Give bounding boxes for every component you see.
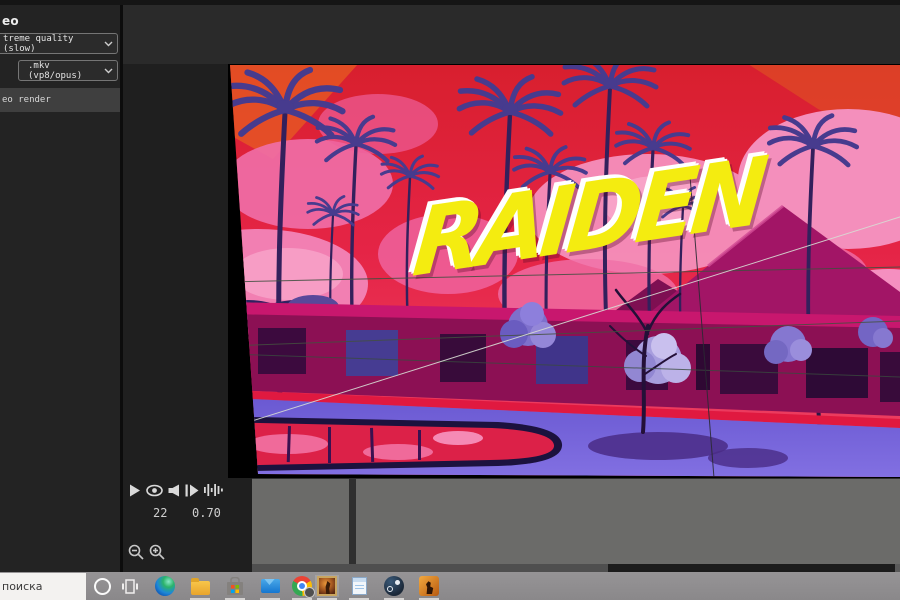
taskbar-item-steam[interactable] <box>382 575 406 600</box>
painting-app-icon <box>317 576 337 596</box>
camera-view-region: RAIDEN <box>228 64 900 478</box>
frame-step-icon[interactable] <box>185 484 199 497</box>
taskbar-item-chrome[interactable] <box>290 575 315 600</box>
format-dropdown-value: .mkv (vp8/opus) <box>28 60 83 81</box>
zoom-controls <box>128 544 166 565</box>
quality-dropdown-value: treme quality (slow) <box>3 33 74 54</box>
task-view-icon <box>122 578 138 594</box>
cortana-icon <box>93 577 111 595</box>
eye-icon[interactable] <box>146 484 163 497</box>
chrome-icon <box>292 576 315 598</box>
timeline-scrollbar-track[interactable] <box>608 564 895 572</box>
taskbar-item-file-explorer[interactable] <box>188 575 212 600</box>
taskbar-item-csgo[interactable] <box>417 575 441 600</box>
quality-dropdown[interactable]: treme quality (slow) <box>0 33 118 54</box>
steam-icon <box>384 576 404 596</box>
timeline-clip[interactable] <box>356 479 900 564</box>
zoom-out-button[interactable] <box>128 544 145 565</box>
waveform-icon[interactable] <box>204 483 224 497</box>
format-dropdown[interactable]: .mkv (vp8/opus) <box>18 60 118 81</box>
timeline-scrollbar-corner <box>895 564 900 572</box>
microsoft-store-icon <box>227 576 243 595</box>
file-explorer-icon <box>190 577 210 595</box>
timeline-header: 22 0.70 <box>123 478 252 572</box>
pool <box>228 416 562 472</box>
preview-viewport[interactable]: RAIDEN <box>123 64 900 478</box>
windows-taskbar: поиска <box>0 572 900 600</box>
taskbar-item-painting-app[interactable] <box>315 575 339 600</box>
play-icon[interactable] <box>129 484 141 497</box>
csgo-icon <box>419 576 439 596</box>
timeline-scrollbar-thumb[interactable] <box>252 564 608 572</box>
timeline-clip[interactable] <box>252 479 349 564</box>
taskbar-item-store[interactable] <box>223 575 247 600</box>
playback-controls <box>129 483 224 497</box>
notepad-icon <box>351 577 367 595</box>
taskbar-item-mail[interactable] <box>258 575 282 600</box>
speaker-icon[interactable] <box>168 484 180 497</box>
taskbar-search-input[interactable]: поиска <box>0 573 86 600</box>
taskbar-item-notepad[interactable] <box>347 575 371 600</box>
preview-header-bar <box>123 5 900 64</box>
chevron-down-icon <box>104 68 113 74</box>
frame-number-field[interactable]: 22 <box>153 506 167 520</box>
video-render-button[interactable]: eo render <box>0 88 120 112</box>
export-settings-panel: eo treme quality (slow) .mkv (vp8/opus) … <box>0 5 120 572</box>
speed-value-field[interactable]: 0.70 <box>192 506 221 520</box>
task-view-button[interactable] <box>118 575 142 597</box>
edge-icon <box>155 576 175 596</box>
taskbar-item-edge[interactable] <box>153 575 177 597</box>
panel-title: eo <box>2 14 19 28</box>
cortana-button[interactable] <box>90 575 114 597</box>
chrome-profile-badge <box>304 587 315 598</box>
timeline-track-area[interactable] <box>252 478 900 564</box>
mail-icon <box>260 579 280 593</box>
zoom-in-button[interactable] <box>149 544 166 565</box>
chevron-down-icon <box>104 41 113 47</box>
